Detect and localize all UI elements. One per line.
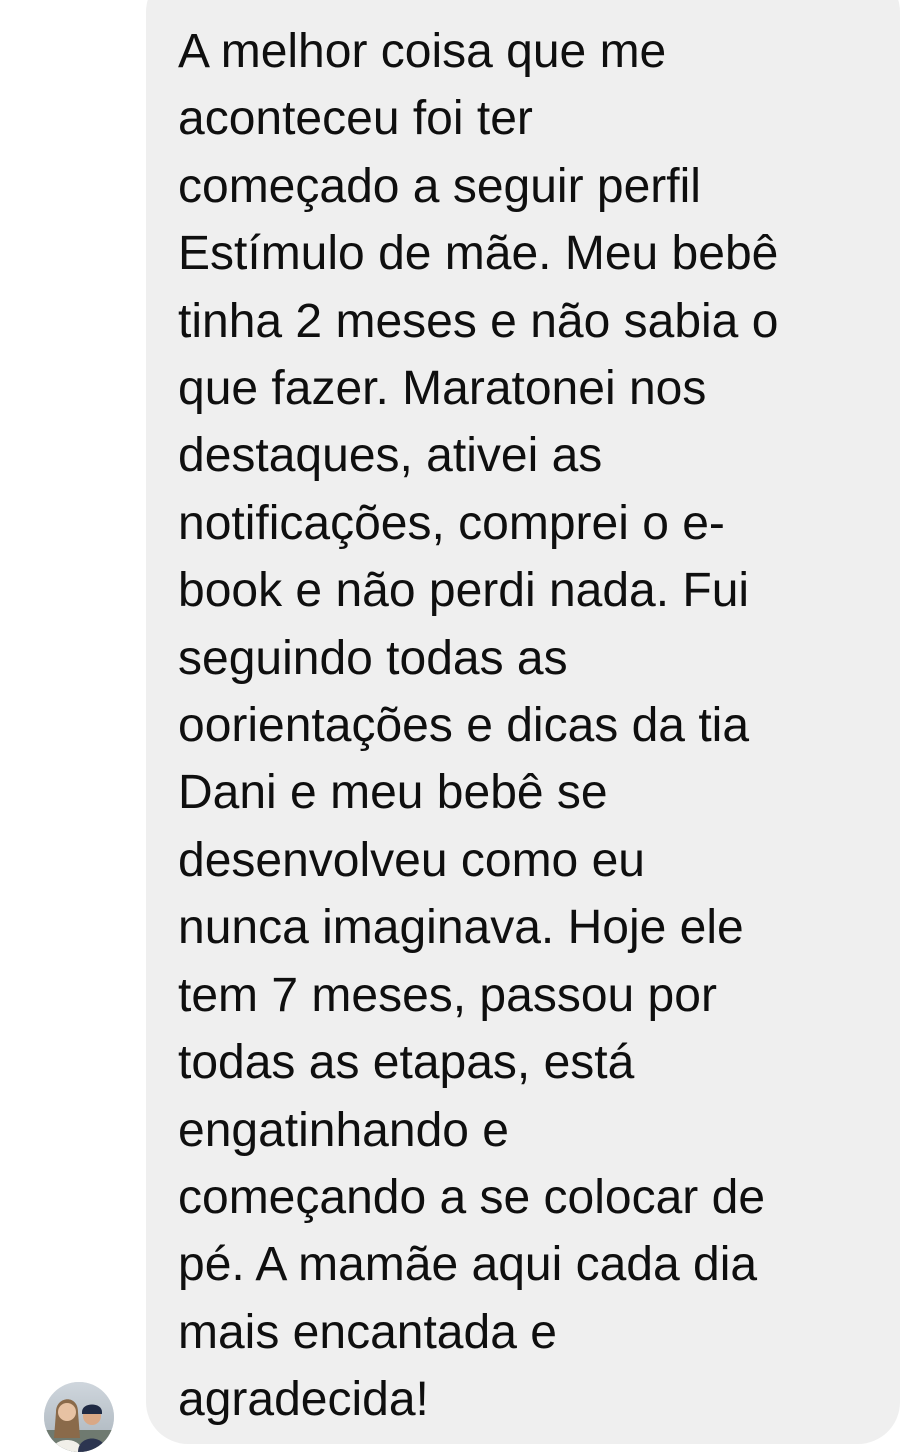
message-line: pé. A mamãe aqui cada dia	[178, 1238, 758, 1292]
message-line: desenvolveu como eu	[178, 833, 645, 887]
message-line: que fazer. Maratonei nos	[178, 362, 707, 416]
message-line: engatinhando e	[178, 1103, 509, 1157]
message-bubble[interactable]: A melhor coisa que me aconteceu foi ter …	[146, 0, 900, 1444]
message-line: oorientações e dicas da tia	[178, 699, 750, 753]
message-line: tem 7 meses, passou por	[178, 968, 717, 1022]
message-line: tinha 2 meses e não sabia o	[178, 294, 779, 348]
sender-avatar[interactable]	[44, 1382, 114, 1452]
message-line: todas as etapas, está	[178, 1036, 635, 1090]
message-line: agradecida!	[178, 1373, 429, 1427]
message-thread: A melhor coisa que me aconteceu foi ter …	[0, 0, 902, 1452]
message-line: book e não perdi nada. Fui	[178, 564, 750, 618]
message-line: destaques, ativei as	[178, 429, 603, 483]
message-line: nunca imaginava. Hoje ele	[178, 901, 744, 955]
message-line: Estímulo de mãe. Meu bebê	[178, 227, 779, 281]
message-line: A melhor coisa que me	[178, 25, 667, 78]
profile-photo-icon	[44, 1382, 114, 1452]
message-line: mais encantada e	[178, 1305, 557, 1359]
message-line: notificações, comprei o e-	[178, 496, 725, 550]
message-line: começando a se colocar de	[178, 1170, 766, 1224]
message-line: seguindo todas as	[178, 631, 568, 685]
message-line: aconteceu foi ter	[178, 92, 533, 146]
message-line: Dani e meu bebê se	[178, 766, 608, 820]
message-line: começado a seguir perfil	[178, 159, 701, 213]
